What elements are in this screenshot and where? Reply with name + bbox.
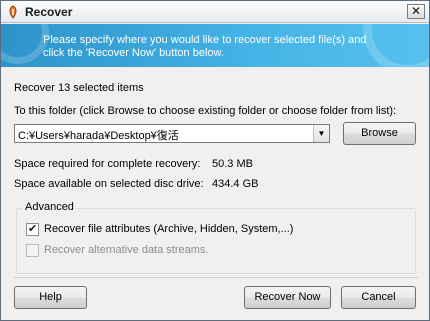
advanced-group-legend: Advanced [23, 201, 76, 213]
close-button[interactable]: ✕ [407, 4, 425, 19]
instruction-banner: Please specify where you would like to r… [1, 24, 429, 67]
help-button[interactable]: Help [14, 286, 87, 309]
space-available-label: Space available on selected disc drive: [14, 178, 204, 190]
banner-decoration [1, 24, 49, 64]
chevron-down-icon[interactable]: ▼ [313, 125, 329, 142]
banner-text: Please specify where you would like to r… [43, 34, 367, 59]
recover-attributes-label[interactable]: Recover file attributes (Archive, Hidden… [44, 223, 293, 235]
recover-dialog: Recover ✕ Please specify where you would… [0, 0, 430, 321]
cancel-button[interactable]: Cancel [341, 286, 416, 309]
destination-instruction: To this folder (click Browse to choose e… [14, 105, 397, 117]
recover-attributes-checkbox[interactable] [26, 222, 39, 236]
title-bar[interactable]: Recover ✕ [1, 1, 429, 23]
space-available-value: 434.4 GB [212, 178, 259, 190]
footer-divider [14, 277, 418, 278]
browse-button[interactable]: Browse [343, 122, 416, 145]
folder-path-value: C:¥Users¥harada¥Desktop¥復活 [18, 130, 179, 142]
folder-combobox[interactable]: C:¥Users¥harada¥Desktop¥復活 ▼ [14, 124, 330, 143]
items-count-label: Recover 13 selected items [14, 82, 144, 94]
recover-now-button[interactable]: Recover Now [244, 286, 331, 309]
recover-streams-checkbox [26, 244, 39, 257]
space-required-value: 50.3 MB [212, 158, 253, 170]
recover-app-icon [9, 5, 17, 19]
space-required-label: Space required for complete recovery: [14, 158, 201, 170]
recover-streams-label: Recover alternative data streams. [44, 244, 209, 256]
window-title: Recover [25, 5, 73, 19]
advanced-group [16, 208, 416, 274]
